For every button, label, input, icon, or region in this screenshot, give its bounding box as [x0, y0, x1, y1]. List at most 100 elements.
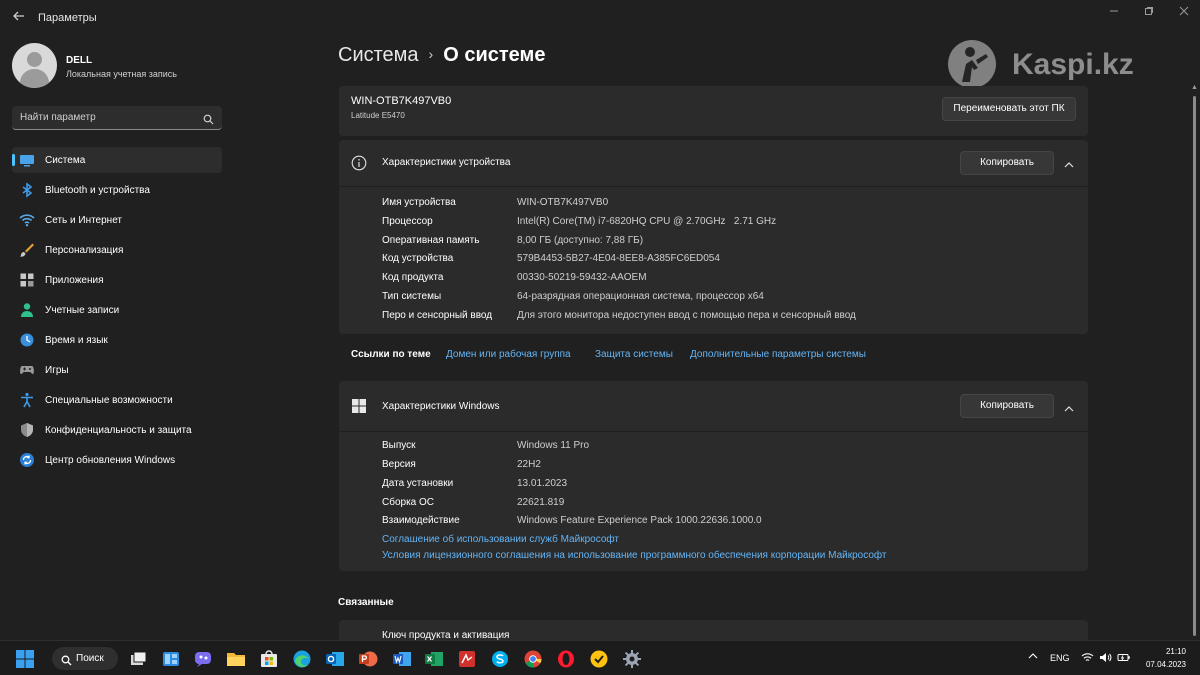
scroll-up-icon[interactable]: ▲	[1191, 84, 1198, 91]
microsoft-store-icon[interactable]	[259, 649, 279, 669]
breadcrumb: Система › О системе	[338, 44, 545, 67]
language-indicator[interactable]: ENG	[1050, 653, 1070, 663]
spec-value: WIN-OTB7K497VB0	[517, 197, 609, 208]
advanced-system-settings-link[interactable]: Дополнительные параметры системы	[690, 349, 866, 360]
settings-search-input[interactable]: Найти параметр	[12, 106, 222, 130]
spec-key: Сборка ОС	[382, 497, 435, 508]
pc-name-card: WIN-OTB7K497VB0 Latitude E5470 Переимено…	[339, 86, 1088, 136]
spec-key: Код продукта	[382, 272, 444, 283]
powerpoint-icon[interactable]	[358, 649, 378, 669]
show-hidden-icons-chevron-icon[interactable]	[1028, 652, 1038, 662]
minimize-button[interactable]	[1106, 6, 1122, 20]
taskbar-search[interactable]: Поиск	[52, 647, 118, 670]
opera-icon[interactable]	[556, 649, 576, 669]
edge-icon[interactable]	[292, 649, 312, 669]
sidebar-item-accessibility[interactable]: Специальные возможности	[12, 387, 222, 413]
settings-gear-icon[interactable]	[622, 649, 642, 669]
copy-windows-specs-button[interactable]: Копировать	[960, 394, 1054, 418]
spec-value: 13.01.2023	[517, 478, 568, 489]
kaspi-logo-icon	[948, 40, 996, 88]
domain-workgroup-link[interactable]: Домен или рабочая группа	[446, 349, 571, 360]
chrome-icon[interactable]	[523, 649, 543, 669]
start-icon[interactable]	[15, 649, 35, 669]
product-key-activation-item[interactable]: Ключ продукта и активация	[339, 620, 1088, 640]
wifi-icon[interactable]	[1081, 652, 1094, 665]
bluetooth-icon	[19, 182, 35, 198]
windows-logo-icon	[351, 398, 367, 414]
search-icon	[61, 653, 72, 671]
pdf-reader-icon[interactable]	[457, 649, 477, 669]
related-section-title: Связанные	[338, 597, 394, 608]
word-icon[interactable]	[392, 649, 412, 669]
excel-icon[interactable]	[424, 649, 444, 669]
sidebar-item-apps[interactable]: Приложения	[12, 267, 222, 293]
spec-value: 8,00 ГБ (доступно: 7,88 ГБ)	[517, 235, 644, 246]
taskbar-search-label: Поиск	[76, 653, 104, 664]
related-links-bar: Ссылки по теме Домен или рабочая группа …	[339, 340, 1088, 372]
info-icon	[351, 155, 367, 171]
brush-icon	[19, 242, 35, 258]
user-profile[interactable]: DELL Локальная учетная запись	[12, 43, 222, 89]
page-title: О системе	[443, 44, 546, 66]
device-specs-header[interactable]: Характеристики устройства Копировать	[339, 140, 1088, 186]
task-view-icon[interactable]	[128, 649, 148, 669]
sidebar-item-system[interactable]: Система	[12, 147, 222, 173]
close-button[interactable]	[1176, 6, 1192, 20]
spec-value: Для этого монитора недоступен ввод с пом…	[517, 310, 856, 321]
sidebar-item-label: Специальные возможности	[45, 395, 173, 406]
copy-device-specs-button[interactable]: Копировать	[960, 151, 1054, 175]
system-protection-link[interactable]: Защита системы	[595, 349, 673, 360]
sidebar-item-gaming[interactable]: Игры	[12, 357, 222, 383]
sidebar-item-personalization[interactable]: Персонализация	[12, 237, 222, 263]
watermark-text: Kaspi.kz	[1012, 48, 1134, 81]
outlook-icon[interactable]	[325, 649, 345, 669]
windows-specs-header[interactable]: Характеристики Windows Копировать	[339, 381, 1088, 431]
file-explorer-icon[interactable]	[226, 649, 246, 669]
chat-icon[interactable]	[193, 649, 213, 669]
maximize-button[interactable]	[1141, 6, 1157, 20]
sidebar-item-privacy[interactable]: Конфиденциальность и защита	[12, 417, 222, 443]
breadcrumb-parent[interactable]: Система	[338, 44, 419, 66]
device-specs-card: Характеристики устройства Копировать Имя…	[339, 140, 1088, 334]
sidebar-item-time-language[interactable]: Время и язык	[12, 327, 222, 353]
rename-pc-button[interactable]: Переименовать этот ПК	[942, 97, 1076, 121]
norton-icon[interactable]	[589, 649, 609, 669]
scrollbar[interactable]: ▲	[1191, 84, 1198, 636]
volume-icon[interactable]	[1099, 652, 1112, 665]
sidebar-item-bluetooth[interactable]: Bluetooth и устройства	[12, 177, 222, 203]
sidebar-item-label: Центр обновления Windows	[45, 455, 176, 466]
sidebar-item-accounts[interactable]: Учетные записи	[12, 297, 222, 323]
chevron-up-icon[interactable]	[1062, 401, 1076, 412]
spec-value: Windows Feature Experience Pack 1000.226…	[517, 515, 762, 526]
sidebar-nav: Система Bluetooth и устройства Сеть и Ин…	[12, 147, 222, 477]
profile-name: DELL	[66, 55, 93, 66]
breadcrumb-separator: ›	[428, 46, 434, 62]
skype-icon[interactable]	[490, 649, 510, 669]
widgets-icon[interactable]	[161, 649, 181, 669]
apps-icon	[19, 272, 35, 288]
divider	[339, 186, 1088, 187]
windows-specs-title: Характеристики Windows	[382, 401, 500, 412]
kaspi-watermark: Kaspi.kz	[946, 38, 1176, 90]
taskbar-clock[interactable]: 21:10 07.04.2023	[1146, 645, 1186, 671]
sidebar-item-label: Игры	[45, 365, 69, 376]
sidebar-item-label: Bluetooth и устройства	[45, 185, 150, 196]
back-arrow-icon[interactable]	[10, 9, 28, 27]
update-icon	[19, 452, 35, 468]
sidebar-item-label: Система	[45, 155, 86, 166]
app-title: Параметры	[38, 12, 97, 24]
battery-icon[interactable]	[1117, 652, 1131, 665]
globe-clock-icon	[19, 332, 35, 348]
sidebar-item-network[interactable]: Сеть и Интернет	[12, 207, 222, 233]
ms-license-terms-link[interactable]: Условия лицензионного соглашения на испо…	[382, 550, 887, 561]
spec-key: Имя устройства	[382, 197, 456, 208]
spec-key: Код устройства	[382, 253, 454, 264]
spec-value: 22H2	[517, 459, 541, 470]
taskbar: Поиск ENG 21:10 07.04.2023	[0, 640, 1200, 675]
related-links-title: Ссылки по теме	[351, 349, 431, 360]
spec-key: Выпуск	[382, 440, 416, 451]
sidebar-item-windows-update[interactable]: Центр обновления Windows	[12, 447, 222, 473]
chevron-up-icon[interactable]	[1062, 157, 1076, 168]
ms-services-agreement-link[interactable]: Соглашение об использовании служб Майкро…	[382, 534, 619, 545]
scroll-thumb[interactable]	[1193, 96, 1196, 636]
